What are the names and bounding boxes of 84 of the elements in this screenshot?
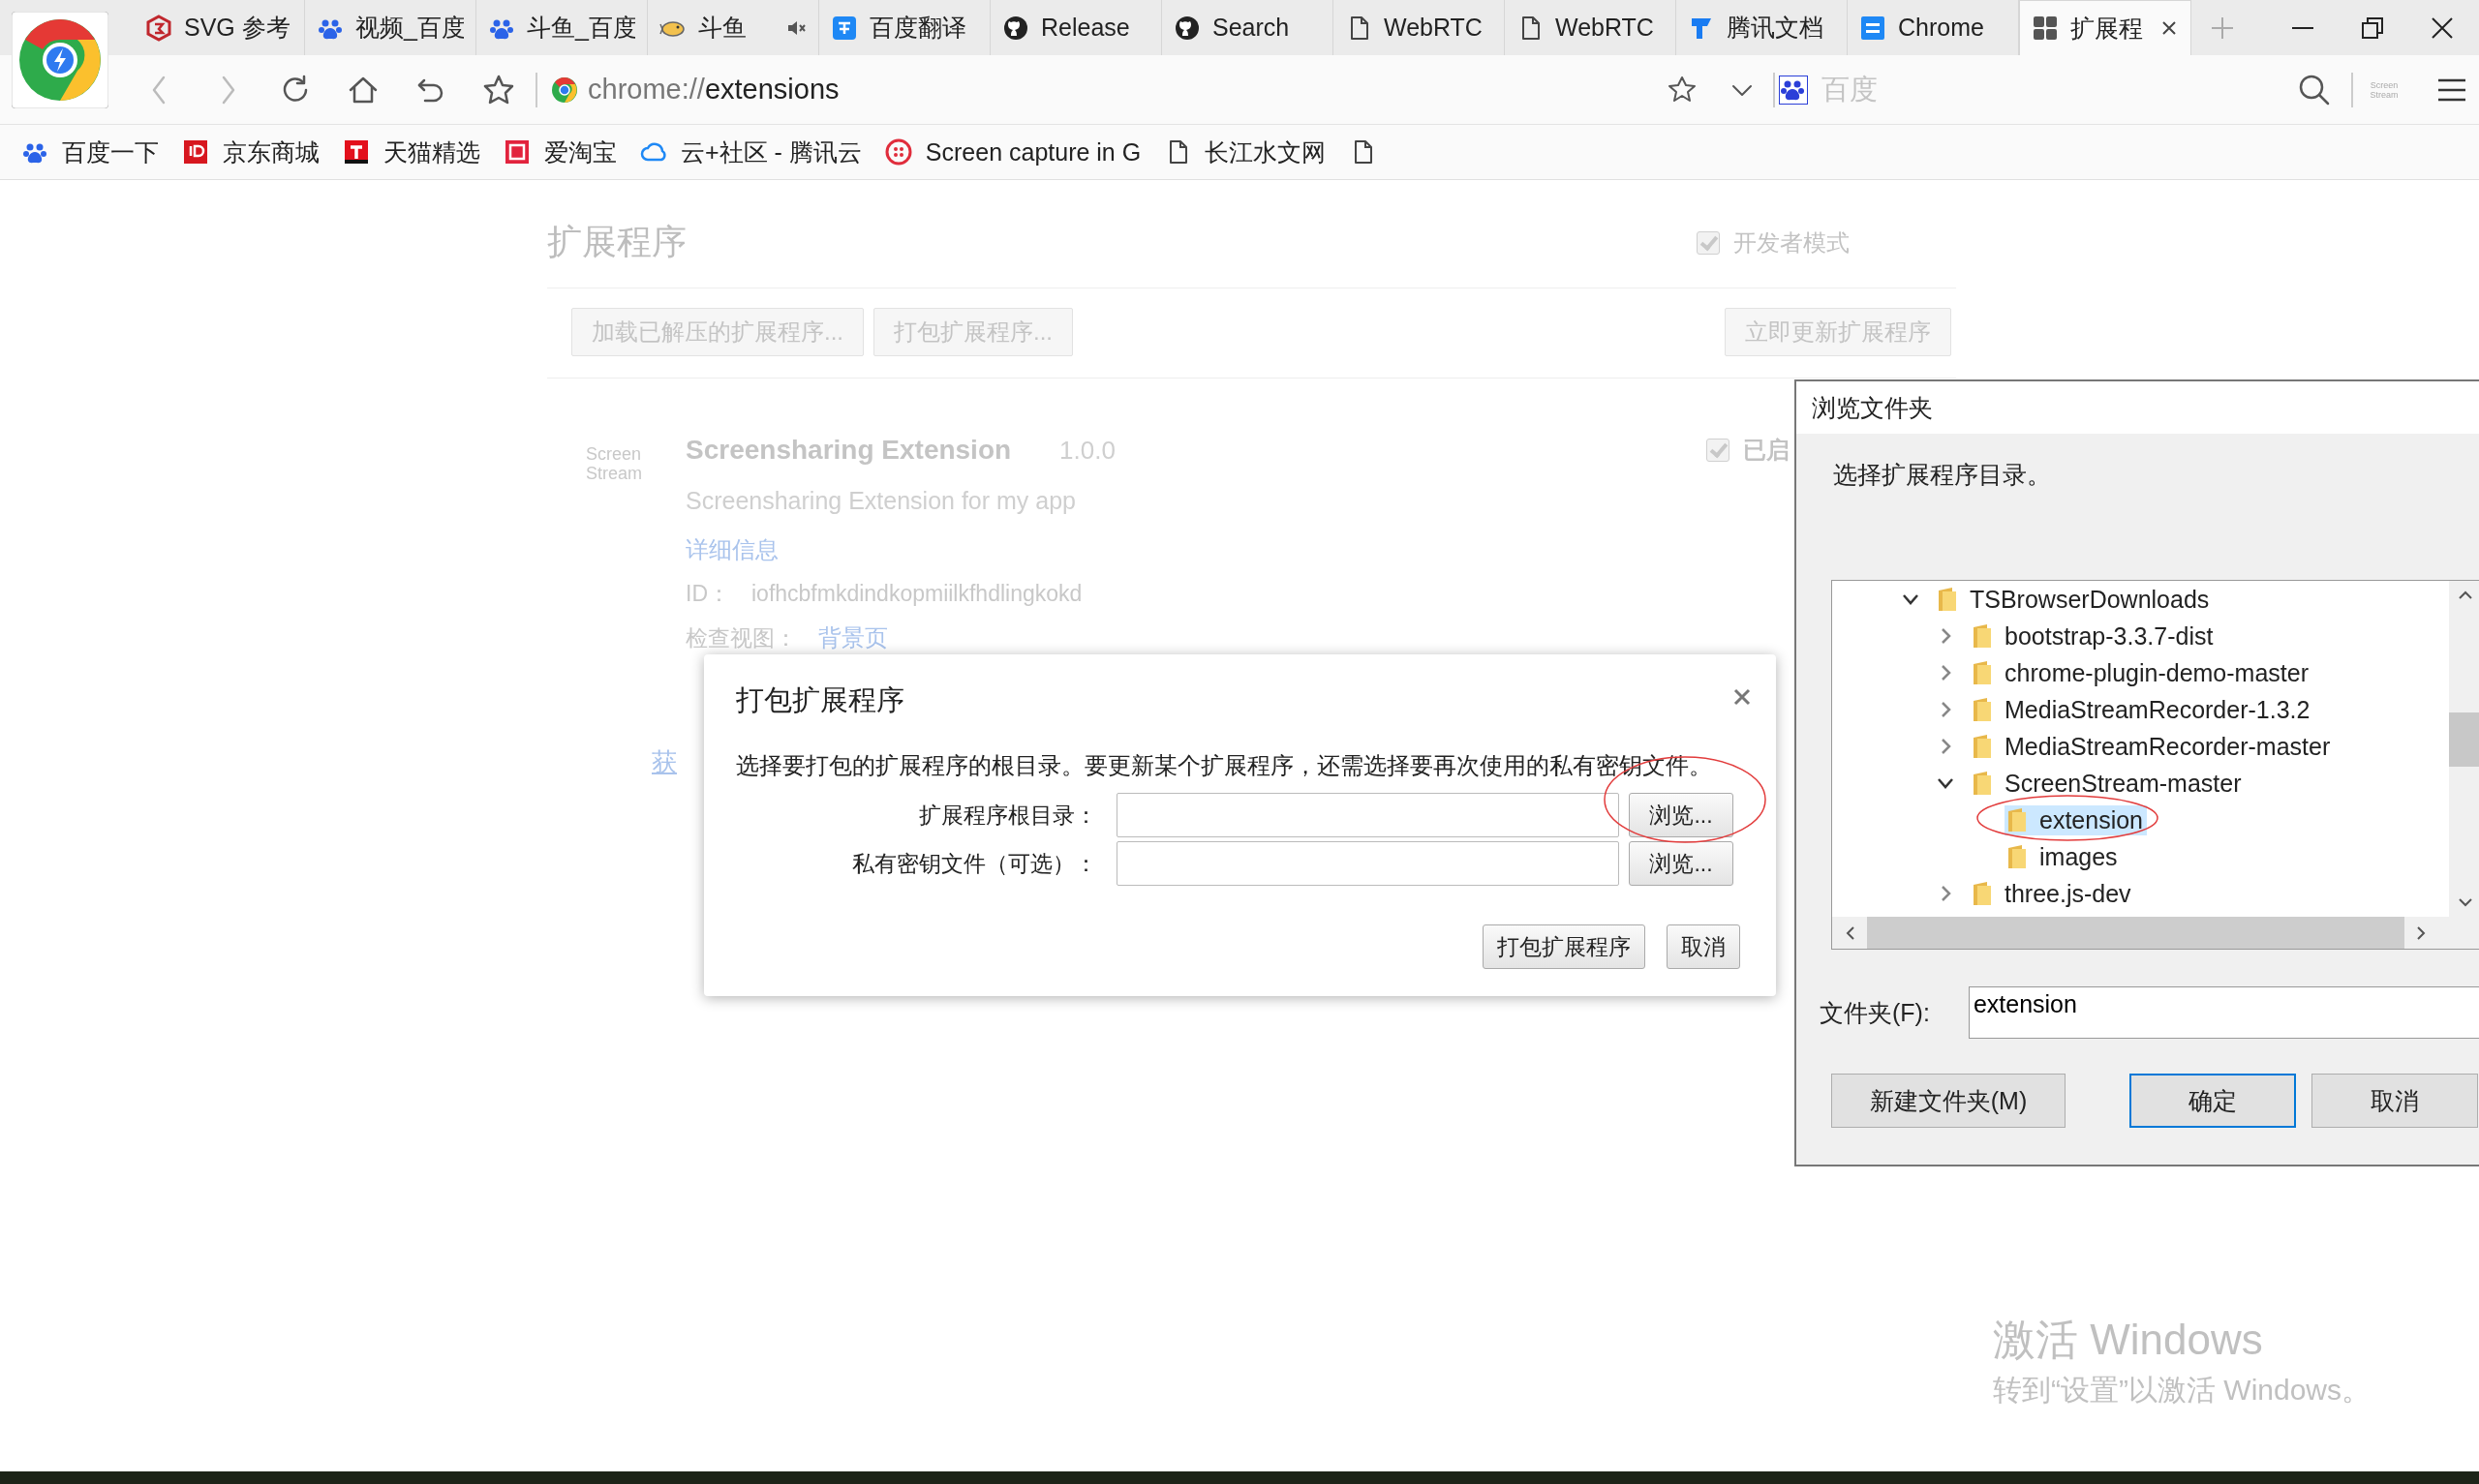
tree-item[interactable]: extension (2005, 804, 2148, 835)
dialog-prompt: 选择扩展程序目录。 (1832, 460, 2052, 490)
scroll-thumb[interactable] (2449, 712, 2479, 767)
tab-title: Release (1041, 14, 1131, 42)
extension-name: Screensharing Extension (686, 435, 1012, 466)
browse-button[interactable]: 浏览... (1629, 793, 1733, 837)
tab-title: 视频_百度 (355, 13, 464, 43)
folder-icon (1972, 880, 1993, 907)
tree-item[interactable]: MediaStreamRecorder-1.3.2 (1970, 694, 2314, 725)
tree-item[interactable]: ScreenStream-master (1970, 768, 2246, 799)
folder-icon (1972, 622, 1993, 650)
tab-title: 百度翻译 (870, 13, 967, 43)
browser-logo[interactable] (12, 12, 108, 108)
bookmark-item[interactable]: 爱淘宝 (504, 136, 617, 168)
folder-icon (1937, 586, 1958, 613)
tab-title: WebRTC (1555, 14, 1655, 42)
scroll-left-icon (1844, 924, 1855, 941)
tree-item[interactable]: TSBrowserDownloads (1935, 584, 2214, 615)
folder-icon (1972, 770, 1993, 797)
paw-icon (1779, 75, 1808, 105)
bookmark-item[interactable]: 天猫精选 (343, 136, 480, 168)
tab-title: WebRTC (1384, 14, 1484, 42)
scroll-up-icon (2457, 589, 2473, 600)
bookmark-item[interactable]: Screen capture in G (884, 137, 1142, 167)
browser-logo-icon (551, 76, 578, 104)
watermark-text: 转到“设置”以激活 Windows。 (1993, 1373, 2371, 1408)
hexagon-logo-icon (145, 14, 172, 42)
tree-item[interactable]: MediaStreamRecorder-master (1970, 731, 2335, 762)
checkbox-label: 已启 (1743, 436, 1790, 465)
extensions-grid-icon (2032, 15, 2059, 42)
dialog-button[interactable]: 取消 (2311, 1074, 2478, 1128)
folder-icon (1972, 659, 1993, 686)
store-logo-icon (182, 138, 209, 166)
address-bar[interactable]: chrome://extensions (588, 74, 1634, 106)
dialog-title: 浏览文件夹 (1812, 392, 1933, 423)
field-label: 私有密钥文件（可选）： (851, 849, 1098, 878)
browse-button[interactable]: 浏览... (1629, 841, 1733, 886)
scroll-down-icon (2457, 897, 2473, 909)
scrollbar[interactable] (1832, 917, 2479, 949)
document-app-icon (1859, 14, 1886, 42)
bookmark-item[interactable]: 云+社区 - 腾讯云 (640, 136, 862, 168)
bookmark-item[interactable]: 京东商城 (182, 136, 320, 168)
scroll-right-icon (2416, 924, 2428, 941)
scroll-thumb[interactable] (1867, 917, 2404, 949)
checkbox-label: 开发者模式 (1733, 227, 1850, 257)
dialog-button[interactable]: 确定 (2129, 1074, 2296, 1128)
field-label: 扩展程序根目录： (918, 801, 1098, 830)
dialog-button[interactable]: 取消 (1667, 924, 1740, 969)
github-icon (1174, 14, 1201, 42)
input-field[interactable] (1117, 793, 1619, 837)
folder-icon (2006, 843, 2028, 870)
input-field[interactable] (1117, 841, 1619, 886)
tab-title: SVG 参考 (184, 13, 291, 43)
dialog-title: 打包扩展程序 (736, 683, 904, 717)
store-logo-icon (343, 138, 370, 166)
tab-title: 腾讯文档 (1727, 13, 1824, 43)
tree-item[interactable]: bootstrap-3.3.7-dist (1970, 621, 2218, 651)
folder-input[interactable]: extension (1968, 986, 2479, 1039)
dialog-button[interactable]: 打包扩展程序 (1483, 924, 1645, 969)
tab-title: Chrome (1898, 14, 1985, 42)
translate-app-icon (831, 14, 858, 42)
watermark-title: 激活 Windows (1993, 1315, 2264, 1365)
tree-item[interactable]: chrome-plugin-demo-master (1970, 657, 2312, 688)
page-title: 扩展程序 (547, 221, 688, 263)
tab-title: 斗鱼_百度 (527, 13, 635, 43)
dots-circle-icon (884, 138, 912, 166)
checkbox[interactable] (1706, 439, 1729, 462)
store-logo-icon (504, 138, 531, 166)
folder-icon (1972, 696, 1993, 723)
folder-icon (2006, 806, 2028, 833)
github-icon (1002, 14, 1029, 42)
scrollbar[interactable] (2449, 581, 2479, 917)
tab-title: 斗鱼 (698, 13, 748, 43)
dialog-button[interactable]: 新建文件夹(M) (1831, 1074, 2066, 1128)
tree-item[interactable]: three.js-dev (1970, 878, 2135, 909)
bookmark-item[interactable]: 长江水文网 (1164, 136, 1327, 168)
checkbox[interactable] (1697, 230, 1720, 255)
tree-item[interactable]: images (2005, 841, 2122, 872)
bookmark-item[interactable]: 百度一下 (21, 136, 159, 168)
field-label: 文件夹(F): (1820, 997, 1930, 1028)
tab-title: 扩展程 (2070, 13, 2144, 44)
tab-title: Search (1212, 14, 1291, 42)
folder-icon (1972, 733, 1993, 760)
browser-tab[interactable]: 扩展程 (2019, 0, 2191, 55)
